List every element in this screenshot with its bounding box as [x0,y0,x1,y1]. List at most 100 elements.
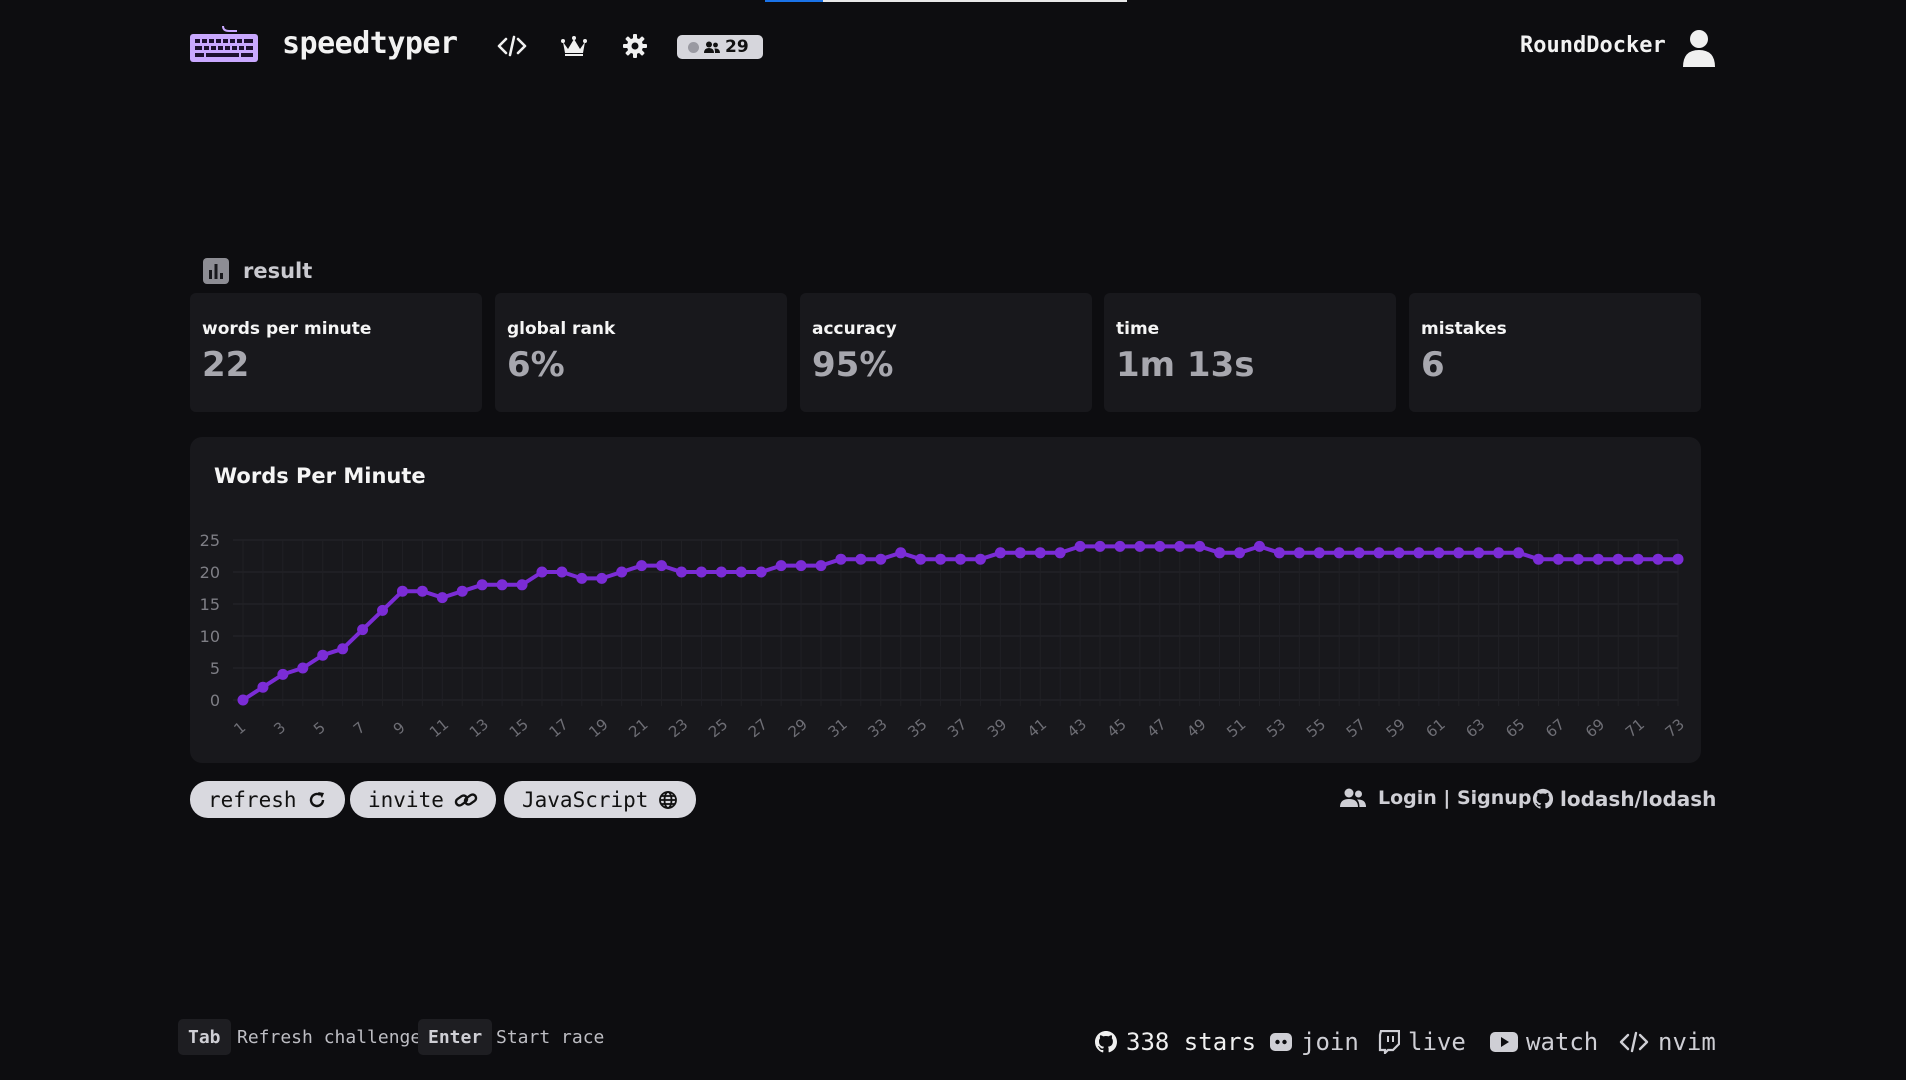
data-point [237,694,249,706]
youtube-watch-link[interactable]: watch [1490,1028,1598,1056]
data-point [1592,553,1604,565]
data-point [536,566,548,578]
x-tick-label: 61 [1423,715,1449,741]
y-tick-label: 15 [200,595,220,614]
data-point [1074,540,1086,552]
github-icon [1532,788,1554,809]
online-count: 29 [725,37,749,57]
stat-value: 1m 13s [1116,345,1255,385]
x-tick-label: 21 [625,715,651,741]
enter-hint: Start race [496,1027,605,1048]
x-tick-label: 29 [785,715,811,741]
data-point [297,662,309,674]
data-point [895,547,907,559]
data-point [1194,540,1206,552]
x-tick-label: 71 [1622,715,1648,741]
x-tick-label: 41 [1024,715,1050,741]
globe-icon [659,790,678,809]
data-point [596,572,608,584]
data-point [1433,547,1445,559]
refresh-icon [309,791,324,807]
wpm-chart-card: Words Per Minute 0 5 10 15 20 25 1 3 5 7 9 11 13 15 17… [190,437,1701,763]
data-point [1453,547,1465,559]
data-point [1234,547,1246,559]
data-point [1612,553,1624,565]
data-point [476,579,488,591]
x-tick-label: 51 [1223,715,1249,741]
data-point [955,553,966,565]
github-stars-link[interactable]: 338 stars [1094,1028,1256,1056]
nvim-link[interactable]: nvim [1618,1028,1716,1056]
crown-icon[interactable] [558,32,590,60]
stat-title: time [1116,319,1160,339]
enter-key: Enter [418,1019,493,1055]
user-icon[interactable] [1682,28,1716,68]
twitch-live-link[interactable]: live [1378,1028,1466,1056]
data-point [735,566,747,578]
stat-card-global-rank: global rank 6% [495,293,787,412]
x-tick-label: 67 [1542,715,1568,741]
data-point [1513,547,1525,559]
x-tick-label: 49 [1183,715,1209,741]
invite-button[interactable]: invite [350,781,496,818]
data-point [1034,547,1046,559]
youtube-icon [1490,1032,1518,1052]
repo-label: lodash/lodash [1560,787,1717,811]
data-point [1253,540,1265,552]
data-point [317,649,329,661]
stat-value: 95% [812,345,894,385]
data-point [436,592,448,604]
data-point [616,566,628,578]
data-point [396,585,408,597]
data-point [1333,547,1345,559]
stat-title: accuracy [812,319,897,339]
data-point [1014,547,1026,559]
x-tick-label: 27 [745,715,771,741]
x-tick-label: 55 [1303,715,1329,741]
x-tick-label: 57 [1343,715,1369,741]
online-status-dot [688,41,699,53]
y-tick-label: 20 [200,563,220,582]
data-point [1652,553,1664,565]
discord-join-link[interactable]: join [1269,1028,1359,1056]
refresh-button[interactable]: refresh [190,781,345,818]
login-signup-link[interactable]: Login | Signup [1340,787,1531,809]
stat-value: 6 [1421,345,1445,385]
stat-value: 22 [202,345,250,385]
data-point [1532,553,1544,565]
data-point [1672,553,1684,565]
gear-icon[interactable] [619,32,651,60]
data-point [1154,540,1166,552]
x-tick-label: 23 [665,715,691,741]
x-tick-label: 31 [825,715,851,741]
data-point [496,579,508,591]
language-button[interactable]: JavaScript [504,781,697,818]
data-point [1413,547,1425,559]
y-tick-label: 0 [210,691,220,710]
data-point [715,566,727,578]
data-point [795,560,807,572]
code-icon[interactable] [496,32,528,60]
brand-name[interactable]: speedtyper [282,26,458,61]
stars-label: 338 stars [1126,1028,1257,1056]
username[interactable]: RoundDocker [1520,33,1666,58]
keyboard-logo-icon[interactable] [189,24,259,64]
data-point [935,553,947,565]
online-users-badge[interactable]: 29 [677,35,763,59]
wpm-line-chart: 05101520251 3 5 7 9 11 13 15 17 19 21 23 25 27 29 31 33 3… [200,531,1688,741]
data-point [1572,553,1584,565]
y-tick-label: 5 [210,659,220,678]
x-tick-label: 69 [1582,715,1608,741]
data-point [556,566,568,578]
data-point [1353,547,1365,559]
x-tick-label: 17 [546,715,572,741]
x-tick-label: 43 [1064,715,1090,741]
stat-card-time: time 1m 13s [1104,293,1396,412]
x-tick-label: 1 [230,718,249,738]
x-tick-label: 3 [270,718,289,738]
data-point [755,566,767,578]
twitch-icon [1378,1030,1400,1054]
data-point [1313,547,1325,559]
stat-title: words per minute [202,319,372,339]
repo-link[interactable]: lodash/lodash [1532,787,1716,811]
